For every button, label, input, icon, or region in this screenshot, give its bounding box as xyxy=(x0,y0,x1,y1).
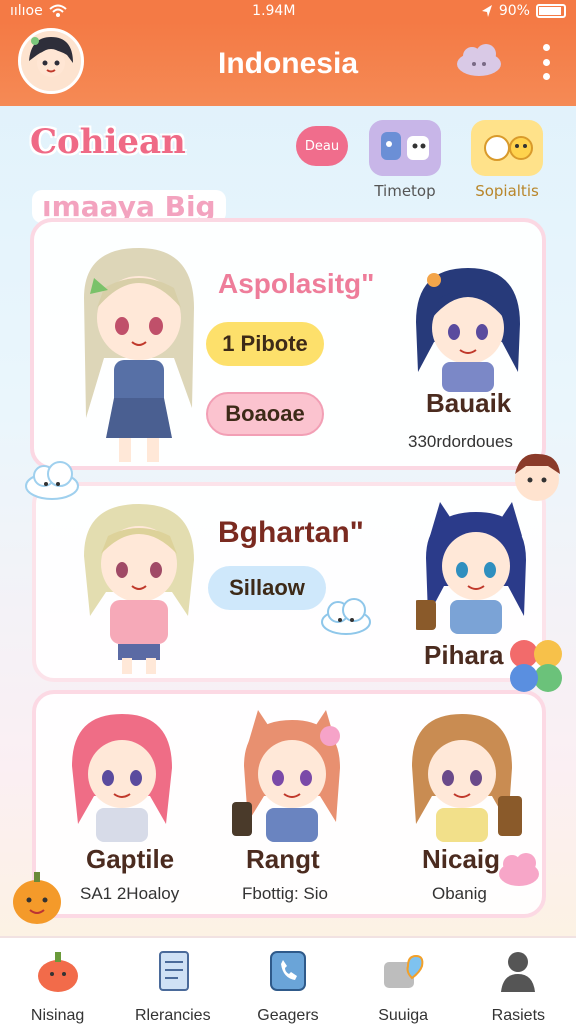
card1-pill-yellow[interactable]: 1 Pibote xyxy=(206,322,324,366)
app-header: Indonesia xyxy=(0,22,576,106)
nav-rlerancies[interactable]: Rlerancies xyxy=(118,946,228,1024)
character-card-1[interactable]: Aspolasitg" 1 Pibote Boaoae Bauaik 330rd… xyxy=(30,218,546,470)
character-card-2[interactable]: Bghartan" Sillaow Pihara xyxy=(32,482,546,682)
nav-geagers-label: Geagers xyxy=(257,1007,319,1024)
location-icon xyxy=(481,5,492,17)
card1-pill-pink[interactable]: Boaoae xyxy=(206,392,324,436)
sopialtis-label: Sopialtis xyxy=(475,182,539,200)
chibi-girl-catear-icon xyxy=(416,502,526,634)
card3-item1-name: Gaptile xyxy=(86,844,175,874)
character-card-3[interactable]: Gaptile SA1 2Hoaloy Rangt Fbottig: Sio N… xyxy=(32,690,546,918)
robot-friends-icon xyxy=(369,120,441,176)
card3-item3-name: Nicaig xyxy=(422,844,501,874)
timetop-shortcut[interactable]: Timetop xyxy=(362,120,448,200)
brand-logo-text: Cohiean xyxy=(30,122,186,162)
card2-pill-blue[interactable]: Sillaow xyxy=(208,566,326,610)
nav-geagers[interactable]: Geagers xyxy=(233,946,343,1024)
card2-name: Pihara xyxy=(424,640,504,670)
person-icon xyxy=(501,952,536,992)
chibi-girl-blonde-icon xyxy=(84,248,194,462)
status-bar: ıılıoe 1.94M 90% xyxy=(0,0,576,22)
wifi-icon xyxy=(49,4,67,17)
chibi-girl-navy-icon xyxy=(416,268,520,392)
battery-icon xyxy=(535,4,566,18)
page-title: Indonesia xyxy=(217,47,359,80)
emoji-faces-icon xyxy=(471,120,543,176)
phone-card-icon xyxy=(269,951,306,991)
heart-gift-icon xyxy=(384,954,424,988)
battery-percent: 90% xyxy=(498,3,530,19)
girl-avatar-icon xyxy=(21,31,81,91)
deau-button[interactable]: Deau xyxy=(296,126,348,166)
pink-cloud-sticker-icon xyxy=(499,853,539,886)
document-icon xyxy=(158,951,189,991)
cloud-icon[interactable] xyxy=(454,42,504,78)
card1-subtext: 330rdordoues xyxy=(408,432,513,451)
more-menu-icon[interactable] xyxy=(540,44,552,80)
boy-sticker-icon xyxy=(515,453,560,501)
signal-icon: ıılıoe xyxy=(10,3,43,19)
nav-nisinag-label: Nisinag xyxy=(30,1007,85,1024)
card3-item2-sub: Fbottig: Sio xyxy=(242,884,328,903)
chibi-girl-brown-icon xyxy=(412,714,522,842)
nav-nisinag[interactable]: Nisinag xyxy=(3,946,113,1024)
chibi-girl-pink-icon xyxy=(72,714,172,842)
card3-item3-sub: Obanig xyxy=(432,884,487,903)
nav-suuiga[interactable]: Suuiga xyxy=(348,946,458,1024)
chibi-girl-catear-orange-icon xyxy=(232,710,340,842)
orange-pumpkin-sticker-icon xyxy=(13,872,61,924)
nav-rasiets[interactable]: Rasiets xyxy=(463,946,573,1024)
nav-suuiga-label: Suuiga xyxy=(378,1007,429,1024)
card3-item2-name: Rangt xyxy=(246,844,320,874)
card3-item1-sub: SA1 2Hoaloy xyxy=(80,884,180,903)
timetop-label: Timetop xyxy=(374,182,436,200)
cloud-face-icon xyxy=(321,598,371,635)
rainbow-pinwheel-icon xyxy=(510,640,562,692)
sopialtis-shortcut[interactable]: Sopialtis xyxy=(462,120,552,200)
pumpkin-icon xyxy=(37,952,78,992)
clock: 1.94M xyxy=(252,3,296,19)
bottom-navigation: Nisinag Rlerancies Geagers Suuiga Rasiet… xyxy=(0,936,576,1024)
card2-heading: Bghartan" xyxy=(218,516,364,549)
cloud-sticker-icon xyxy=(25,461,79,500)
nav-rlerancies-label: Rlerancies xyxy=(134,1007,211,1024)
chibi-girl-cardigan-icon xyxy=(84,504,194,674)
card1-name: Bauaik xyxy=(426,388,512,418)
card1-heading: Aspolasitg" xyxy=(218,268,375,299)
avatar[interactable] xyxy=(18,28,84,94)
nav-rasiets-label: Rasiets xyxy=(491,1007,546,1024)
